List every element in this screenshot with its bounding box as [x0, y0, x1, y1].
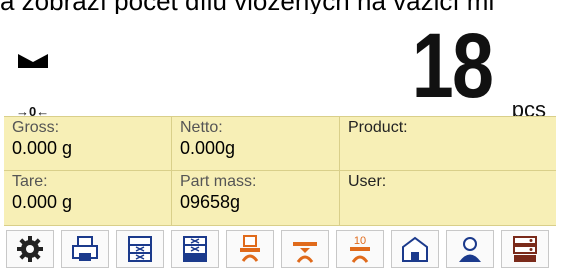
warehouse-icon: [402, 236, 428, 262]
stability-icon: [18, 54, 48, 68]
printer-icon: [72, 236, 98, 261]
scale-10-label: 10: [354, 235, 366, 247]
server-icon: [513, 236, 537, 262]
weighing-display: →0← 18 pcs: [4, 14, 556, 122]
netto-label: Netto:: [180, 119, 223, 136]
gross-cell: Gross: 0.000 g: [4, 117, 172, 171]
tare-label: Tare:: [12, 173, 48, 190]
part-mass-cell: Part mass: 09658g: [172, 171, 340, 225]
user-button[interactable]: [446, 230, 494, 268]
database-button[interactable]: [116, 230, 164, 268]
scale-print-icon: [240, 235, 260, 262]
info-panel: Gross: 0.000 g Netto: 0.000g Product: Ta…: [4, 116, 556, 226]
gross-label: Gross:: [12, 119, 60, 136]
database-icon-2: [183, 236, 207, 262]
user-icon: [459, 237, 481, 262]
netto-cell: Netto: 0.000g: [172, 117, 340, 171]
netto-value: 0.000g: [180, 138, 236, 158]
print-button[interactable]: [61, 230, 109, 268]
tare-cell: Tare: 0.000 g: [4, 171, 172, 225]
database-button-2[interactable]: [171, 230, 219, 268]
part-mass-label: Part mass:: [180, 173, 257, 190]
scale-10-icon: 10: [350, 235, 370, 263]
product-cell[interactable]: Product:: [340, 117, 556, 171]
database-icon: [128, 236, 152, 262]
scale-print-button[interactable]: [226, 230, 274, 268]
settings-button[interactable]: [6, 230, 54, 268]
server-button[interactable]: [501, 230, 549, 268]
sample-10-button[interactable]: 10: [336, 230, 384, 268]
tare-value: 0.000 g: [12, 192, 73, 212]
part-mass-value: 09658g: [180, 192, 241, 212]
gross-value: 0.000 g: [12, 138, 73, 158]
function-toolbar: 10: [4, 226, 556, 270]
warehouse-button[interactable]: [391, 230, 439, 268]
product-label: Product:: [348, 119, 408, 136]
weight-value: 18: [411, 15, 493, 117]
tare-button[interactable]: [281, 230, 329, 268]
gear-icon: [17, 236, 43, 262]
user-cell[interactable]: User:: [340, 171, 556, 225]
user-label: User:: [348, 173, 387, 190]
scale-tare-icon: [293, 242, 317, 263]
